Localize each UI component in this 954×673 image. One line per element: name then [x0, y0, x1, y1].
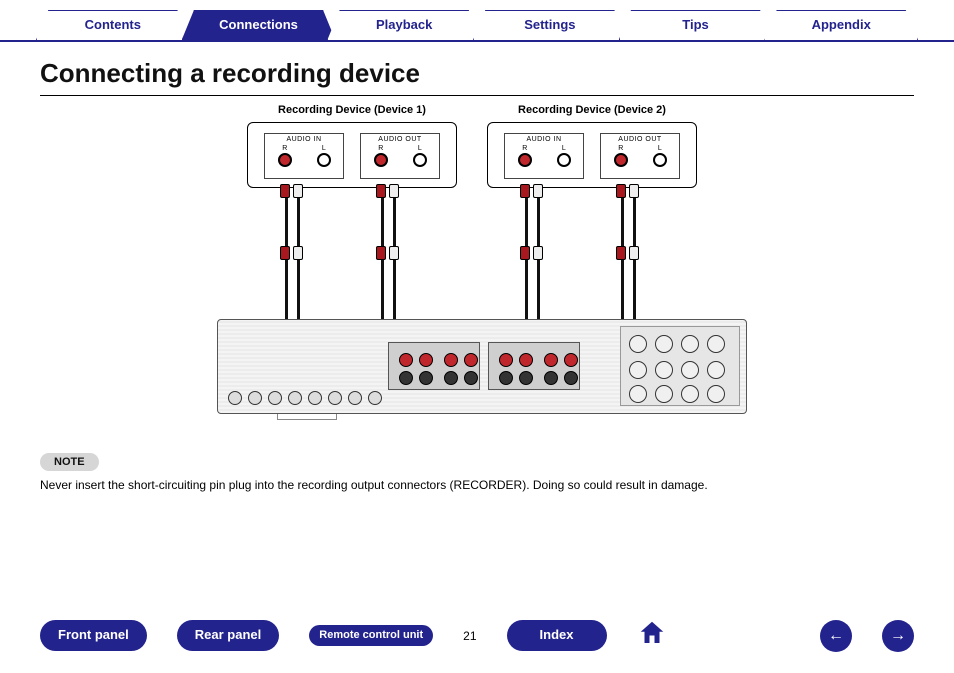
- device1-audio-in: AUDIO IN R L: [264, 133, 344, 179]
- device2-box: AUDIO IN R L AUDIO OUT R L: [487, 122, 697, 188]
- rca-plug-white: [629, 184, 639, 198]
- rca-plug-red: [520, 246, 530, 260]
- rca-plug-white: [533, 246, 543, 260]
- index-button[interactable]: Index: [507, 620, 607, 650]
- rca-jack-red: [374, 153, 388, 167]
- rca-jack-red: [518, 153, 532, 167]
- rca-plug-white: [293, 246, 303, 260]
- device1-box: AUDIO IN R L AUDIO OUT R L: [247, 122, 457, 188]
- rca-jack-white: [653, 153, 667, 167]
- page-number: 21: [463, 629, 476, 643]
- rca-plug-red: [376, 246, 386, 260]
- channel-l: L: [562, 145, 566, 152]
- connection-diagram: Recording Device (Device 1) Recording De…: [197, 104, 757, 434]
- page-title: Connecting a recording device: [0, 42, 954, 95]
- audio-out-label: AUDIO OUT: [601, 134, 679, 143]
- rca-plug-red: [280, 246, 290, 260]
- tab-appendix[interactable]: Appendix: [764, 10, 918, 40]
- channel-r: R: [618, 145, 623, 152]
- channel-l: L: [418, 145, 422, 152]
- tab-playback[interactable]: Playback: [327, 10, 481, 40]
- device2-audio-out: AUDIO OUT R L: [600, 133, 680, 179]
- channel-r: R: [282, 145, 287, 152]
- arrow-left-icon: ←: [828, 627, 844, 645]
- rca-jack-white: [557, 153, 571, 167]
- recorder-block-1: [388, 342, 480, 390]
- tab-contents[interactable]: Contents: [36, 10, 190, 40]
- rca-plug-white: [389, 246, 399, 260]
- front-panel-button[interactable]: Front panel: [40, 620, 147, 650]
- rca-plug-red: [616, 246, 626, 260]
- next-page-button[interactable]: →: [882, 620, 914, 652]
- rca-plug-white: [389, 184, 399, 198]
- rca-plug-red: [616, 184, 626, 198]
- note-text: Never insert the short-circuiting pin pl…: [40, 477, 914, 494]
- top-tabs: Contents Connections Playback Settings T…: [0, 0, 954, 42]
- prev-page-button[interactable]: ←: [820, 620, 852, 652]
- rca-jack-red: [278, 153, 292, 167]
- recorder-block-2: [488, 342, 580, 390]
- rca-jack-white: [317, 153, 331, 167]
- rca-plug-white: [293, 184, 303, 198]
- audio-in-label: AUDIO IN: [505, 134, 583, 143]
- rca-plug-white: [533, 184, 543, 198]
- channel-r: R: [522, 145, 527, 152]
- title-rule: [40, 95, 914, 96]
- bottom-nav: Front panel Rear panel Remote control un…: [0, 618, 954, 653]
- arrow-right-icon: →: [890, 627, 906, 645]
- tab-settings[interactable]: Settings: [473, 10, 627, 40]
- tab-connections[interactable]: Connections: [182, 10, 336, 40]
- channel-l: L: [658, 145, 662, 152]
- rear-panel-button[interactable]: Rear panel: [177, 620, 279, 650]
- rca-plug-white: [629, 246, 639, 260]
- tab-tips[interactable]: Tips: [619, 10, 773, 40]
- rca-plug-red: [376, 184, 386, 198]
- rca-plug-red: [520, 184, 530, 198]
- note-label: NOTE: [40, 453, 99, 471]
- rca-jack-white: [413, 153, 427, 167]
- amplifier-rear-panel: [217, 319, 747, 414]
- audio-out-label: AUDIO OUT: [361, 134, 439, 143]
- home-icon[interactable]: [637, 618, 667, 653]
- device1-title: Recording Device (Device 1): [247, 104, 457, 116]
- rca-plug-red: [280, 184, 290, 198]
- rca-jack-red: [614, 153, 628, 167]
- amplifier-foot: [277, 414, 337, 420]
- channel-l: L: [322, 145, 326, 152]
- audio-in-label: AUDIO IN: [265, 134, 343, 143]
- channel-r: R: [378, 145, 383, 152]
- remote-control-button[interactable]: Remote control unit: [309, 625, 433, 645]
- device2-title: Recording Device (Device 2): [487, 104, 697, 116]
- device1-audio-out: AUDIO OUT R L: [360, 133, 440, 179]
- device2-audio-in: AUDIO IN R L: [504, 133, 584, 179]
